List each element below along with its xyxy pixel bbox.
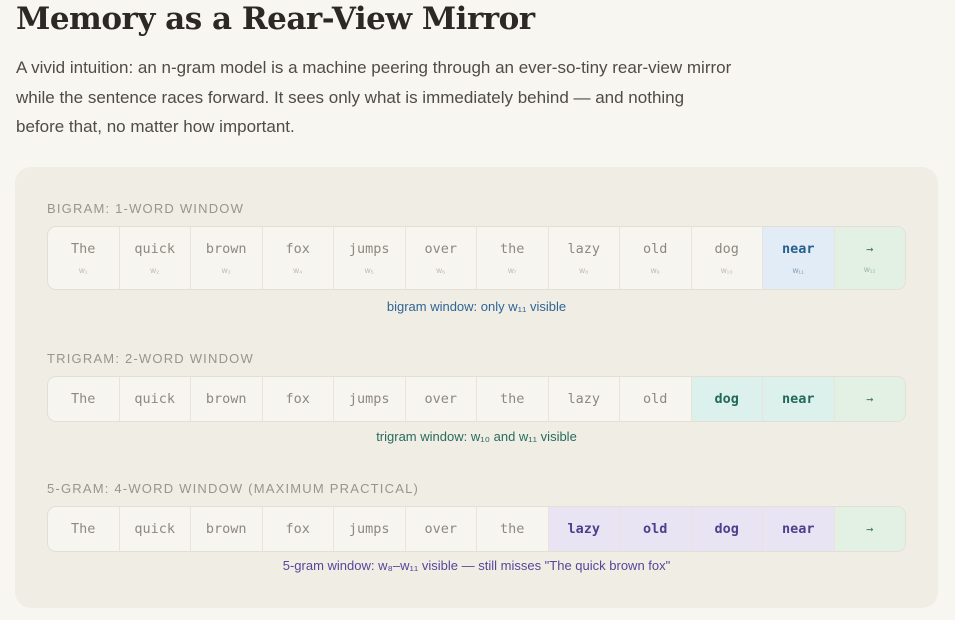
token-word: the: [500, 521, 525, 537]
token-w5: jumps w₅: [334, 227, 406, 289]
token-word: jumps: [348, 391, 390, 407]
token-index: w₄: [293, 266, 303, 275]
fivegram-label: 5-GRAM: 4-WORD WINDOW (MAXIMUM PRACTICAL…: [47, 481, 420, 496]
token-index: w₁₀: [720, 266, 733, 275]
token-word: fox: [285, 241, 310, 257]
token-index: w₈: [579, 266, 589, 275]
token-w9: old w₉: [620, 227, 692, 289]
token-w5: jumps: [334, 507, 406, 551]
token-word: jumps: [348, 241, 390, 257]
token-word: lazy: [567, 521, 600, 537]
token-w3: brown w₃: [191, 227, 263, 289]
token-w2: quick: [120, 377, 191, 421]
token-w10: dog w₁₀: [692, 227, 763, 289]
fivegram-caption: 5-gram window: w₈–w₁₁ visible — still mi…: [282, 558, 671, 573]
token-word: the: [500, 241, 525, 257]
token-word: near: [781, 241, 815, 257]
bigram-token-strip: The w₁ quick w₂ brown w₃ fox w₄ jumps w₅ over…: [47, 226, 906, 290]
page-title: Memory as a Rear-View Mirror: [16, 1, 535, 37]
token-w3: brown: [191, 377, 263, 421]
intro-paragraph: A vivid intuition: an n-gram model is a …: [16, 58, 732, 136]
token-word: near: [781, 521, 815, 537]
token-w1: The: [48, 507, 120, 551]
token-word: The: [71, 241, 96, 257]
token-w10-visible: dog: [691, 507, 763, 551]
token-w8: lazy: [549, 377, 620, 421]
token-w8-visible: lazy: [548, 507, 620, 551]
trigram-token-strip: The quick brown fox jumps over the lazy …: [47, 376, 906, 422]
token-word: dog: [714, 521, 739, 537]
token-index: w₅: [364, 266, 374, 275]
token-w4: fox: [263, 507, 334, 551]
token-w1: The w₁: [48, 227, 120, 289]
token-w6: over: [406, 377, 477, 421]
token-word: fox: [285, 391, 310, 407]
arrow-right-icon: →: [866, 242, 874, 256]
token-w9: old: [620, 377, 692, 421]
token-index: w₉: [650, 266, 660, 275]
token-index: w₇: [507, 266, 517, 275]
bigram-section: BIGRAM: 1-WORD WINDOW The w₁ quick w₂ brow…: [47, 201, 906, 314]
token-word: over: [424, 391, 457, 407]
token-index: w₁: [79, 266, 88, 275]
token-next-prediction: →: [834, 377, 905, 421]
token-w9-visible: old: [620, 507, 692, 551]
token-w11-visible: near: [763, 377, 835, 421]
token-word: The: [71, 521, 96, 537]
fivegram-token-strip: The quick brown fox jumps over the lazy …: [47, 506, 906, 552]
token-word: brown: [205, 391, 247, 407]
token-w7: the: [477, 377, 549, 421]
bigram-caption: bigram window: only w₁₁ visible: [386, 299, 567, 314]
token-index: w₁₂: [863, 265, 876, 274]
token-w1: The: [48, 377, 120, 421]
token-word: over: [424, 241, 457, 257]
token-next-prediction: →: [834, 507, 905, 551]
token-w5: jumps: [334, 377, 406, 421]
token-next-prediction: → w₁₂: [834, 227, 905, 289]
token-word: old: [643, 241, 668, 257]
fivegram-section: 5-GRAM: 4-WORD WINDOW (MAXIMUM PRACTICAL…: [47, 481, 906, 573]
token-w11-visible: near: [763, 507, 835, 551]
token-w7: the: [477, 507, 549, 551]
token-word: over: [424, 521, 457, 537]
token-w4: fox: [263, 377, 334, 421]
token-word: dog: [714, 241, 739, 257]
trigram-section: TRIGRAM: 2-WORD WINDOW The quick brown f…: [47, 351, 906, 444]
trigram-label: TRIGRAM: 2-WORD WINDOW: [47, 351, 254, 366]
token-word: dog: [714, 391, 739, 407]
token-index: w₂: [150, 266, 160, 275]
token-word: The: [71, 391, 96, 407]
token-word: brown: [205, 241, 247, 257]
token-w3: brown: [191, 507, 263, 551]
token-word: the: [500, 391, 525, 407]
token-word: quick: [134, 391, 176, 407]
token-w10-visible: dog: [691, 377, 763, 421]
token-word: jumps: [348, 521, 390, 537]
token-w2: quick: [120, 507, 191, 551]
token-index: w₆: [436, 266, 446, 275]
token-w7: the w₇: [477, 227, 549, 289]
bigram-label: BIGRAM: 1-WORD WINDOW: [47, 201, 245, 216]
token-word: old: [643, 521, 668, 537]
token-word: near: [781, 391, 815, 407]
token-word: lazy: [567, 241, 600, 257]
token-w8: lazy w₈: [549, 227, 620, 289]
token-w11-visible: near w₁₁: [763, 227, 835, 289]
token-word: brown: [205, 521, 247, 537]
token-w4: fox w₄: [263, 227, 334, 289]
token-w2: quick w₂: [120, 227, 191, 289]
arrow-right-icon: →: [866, 392, 874, 406]
token-word: quick: [134, 241, 176, 257]
token-index: w₃: [221, 266, 231, 275]
ngram-window-panel: BIGRAM: 1-WORD WINDOW The w₁ quick w₂ brow…: [15, 167, 938, 608]
token-word: old: [643, 391, 668, 407]
trigram-caption: trigram window: w₁₀ and w₁₁ visible: [376, 429, 577, 444]
token-index: w₁₁: [792, 266, 804, 275]
token-w6: over: [406, 507, 477, 551]
token-word: fox: [285, 521, 310, 537]
token-word: quick: [134, 521, 176, 537]
token-w6: over w₆: [406, 227, 477, 289]
arrow-right-icon: →: [866, 522, 874, 536]
token-word: lazy: [567, 391, 600, 407]
